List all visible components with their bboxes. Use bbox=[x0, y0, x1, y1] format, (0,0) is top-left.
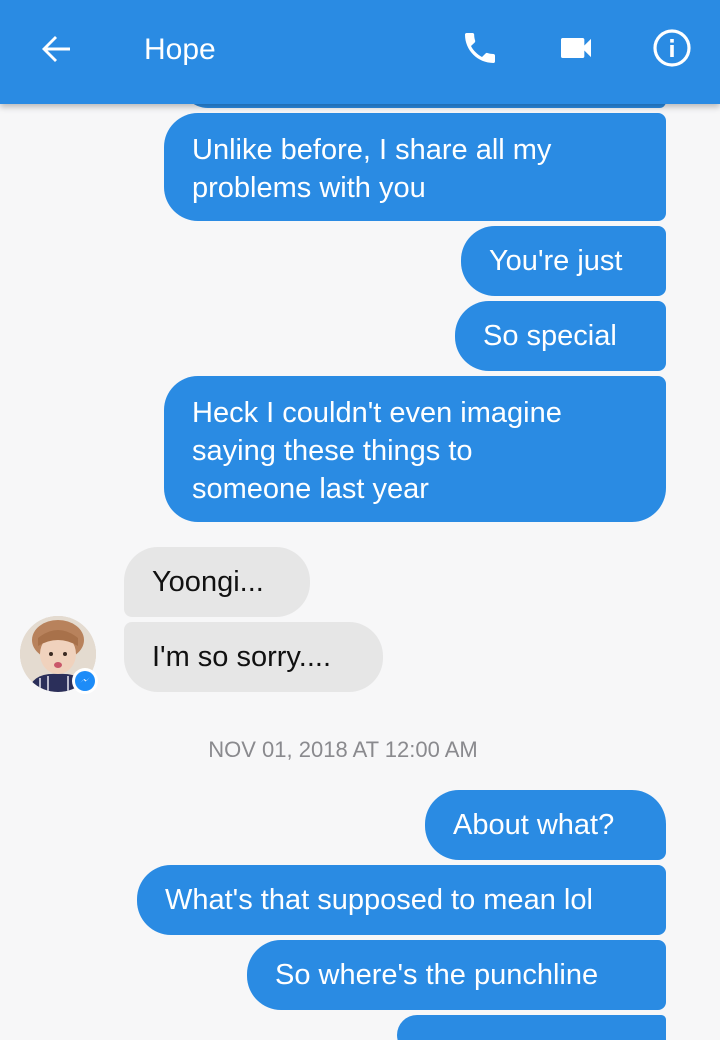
conversation-title[interactable]: Hope bbox=[144, 30, 216, 70]
message-text-line: About what? bbox=[453, 809, 615, 841]
contact-avatar[interactable] bbox=[20, 616, 98, 694]
message-bubble-outgoing[interactable]: What's that supposed to mean lol bbox=[137, 865, 666, 935]
video-camera-icon bbox=[561, 38, 591, 58]
message-bubble-incoming[interactable]: Yoongi... bbox=[124, 547, 310, 617]
message-text-line: You're just bbox=[489, 245, 623, 277]
message-text-line: Heck I couldn't even imagine bbox=[192, 397, 562, 429]
timestamp-divider: NOV 01, 2018 AT 12:00 AM bbox=[208, 737, 478, 762]
message-text-line: So where's the punchline bbox=[275, 959, 599, 991]
info-icon bbox=[653, 29, 691, 67]
message-text-line: saying these things to bbox=[192, 435, 473, 467]
messenger-badge-icon bbox=[72, 668, 98, 694]
message-bubble-outgoing[interactable]: Heck I couldn't even imagine saying thes… bbox=[164, 376, 666, 522]
message-bubble-outgoing[interactable]: So where's the punchline bbox=[247, 940, 666, 1010]
message-text-line: someone last year bbox=[192, 473, 429, 505]
message-bubble-outgoing[interactable]: You're just bbox=[461, 226, 666, 296]
info-button[interactable] bbox=[644, 20, 700, 76]
arrow-left-icon bbox=[42, 36, 70, 62]
message-list[interactable]: Unlike before, I share all my problems w… bbox=[0, 0, 720, 1040]
phone-icon bbox=[465, 33, 495, 63]
message-text-line: problems with you bbox=[192, 172, 426, 204]
message-bubble-outgoing[interactable]: So special bbox=[455, 301, 666, 371]
message-bubble-outgoing[interactable]: Unlike before, I share all my problems w… bbox=[164, 113, 666, 221]
call-button[interactable] bbox=[452, 20, 508, 76]
message-text-line: Yoongi... bbox=[152, 566, 264, 598]
message-bubble-incoming[interactable]: I'm so sorry.... bbox=[124, 622, 383, 692]
message-text-line: Unlike before, I share all my bbox=[192, 134, 552, 166]
back-button[interactable] bbox=[28, 21, 84, 77]
message-text-line: So special bbox=[483, 320, 617, 352]
conversation-header: Hope bbox=[0, 0, 720, 104]
message-text-line: What's that supposed to mean lol bbox=[165, 884, 593, 916]
message-text-line: I'm so sorry.... bbox=[152, 641, 332, 673]
message-bubble-outgoing-cutoff[interactable] bbox=[397, 1015, 666, 1040]
video-call-button[interactable] bbox=[548, 20, 604, 76]
message-bubble-outgoing[interactable]: About what? bbox=[425, 790, 666, 860]
